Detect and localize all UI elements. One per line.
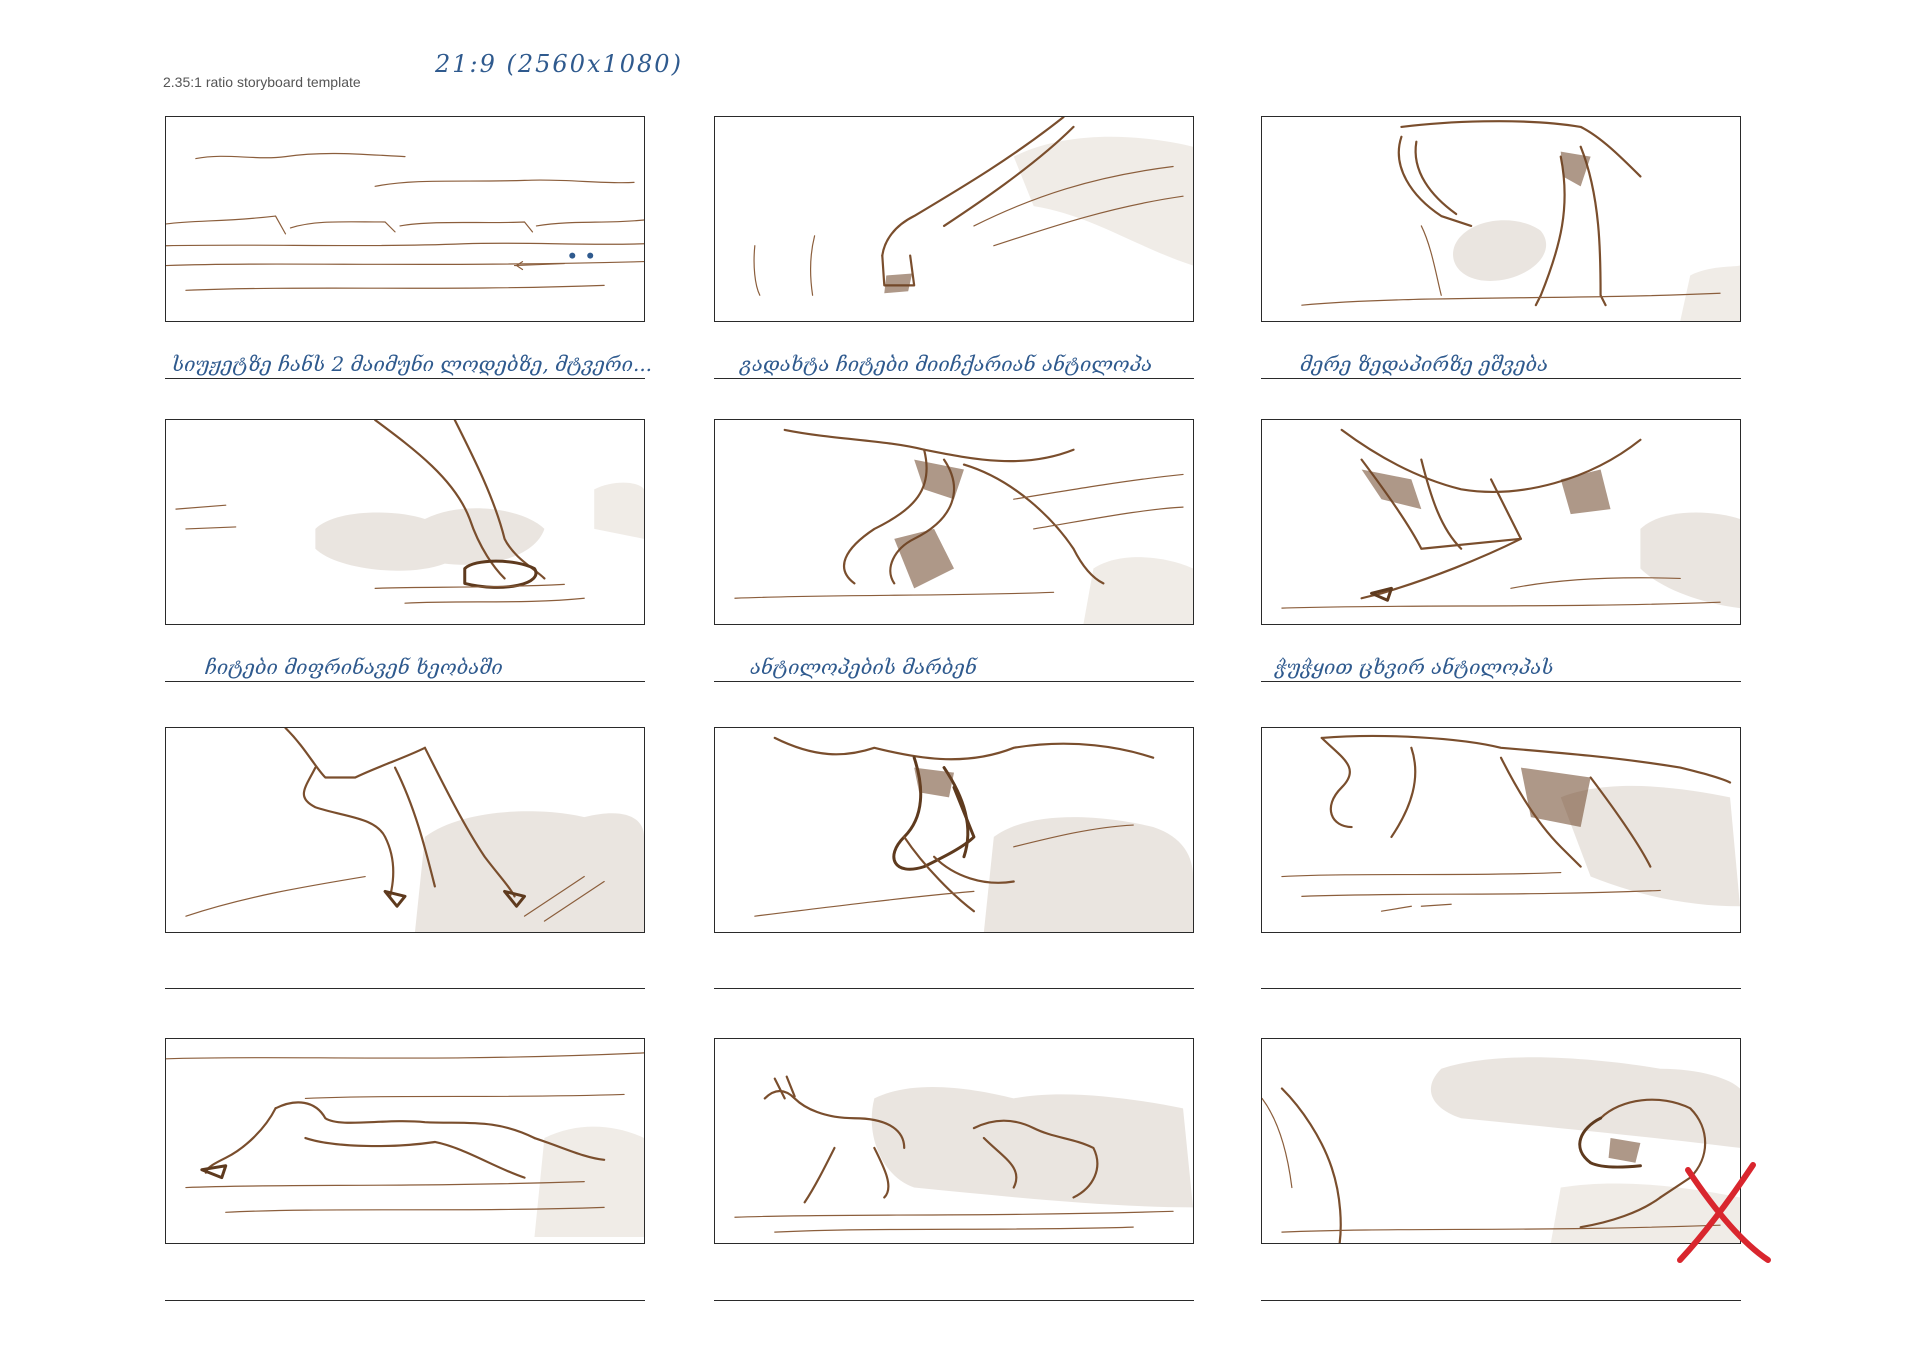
storyboard-panel-2 (714, 116, 1194, 322)
panel-caption-3: მერე ზედაპირზე ეშვება (1300, 352, 1549, 376)
storyboard-panel-9 (1261, 727, 1741, 933)
caption-line-10 (165, 1300, 645, 1301)
storyboard-panel-10 (165, 1038, 645, 1244)
ratio-note: 21:9 (2560x1080) (435, 50, 683, 78)
panel-caption-5: ანტილოპების მარბენ (750, 655, 977, 679)
caption-line-1 (165, 378, 645, 379)
panel-caption-4: ჩიტები მიფრინავენ ხეობაში (205, 655, 503, 679)
caption-line-4 (165, 681, 645, 682)
caption-line-5 (714, 681, 1194, 682)
storyboard-panel-1 (165, 116, 645, 322)
reject-x-mark (1677, 1162, 1771, 1263)
caption-line-7 (165, 988, 645, 989)
panel-caption-2: გადახტა ჩიტები მიიჩქარიან ანტილოპა (740, 352, 1153, 376)
caption-line-8 (714, 988, 1194, 989)
caption-line-9 (1261, 988, 1741, 989)
storyboard-panel-8 (714, 727, 1194, 933)
caption-line-12 (1261, 1300, 1741, 1301)
storyboard-panel-5 (714, 419, 1194, 625)
storyboard-panel-7 (165, 727, 645, 933)
panel-caption-1: სიუჟეტზე ჩანს 2 მაიმუნი ლოდებზე, მტვერი.… (172, 352, 653, 376)
panel-caption-6: ჭუჭყით ცხვირ ანტილოპას (1275, 655, 1554, 679)
storyboard-panel-6 (1261, 419, 1741, 625)
caption-line-3 (1261, 378, 1741, 379)
storyboard-panel-4 (165, 419, 645, 625)
page-heading: 2.35:1 ratio storyboard template (163, 74, 361, 90)
storyboard-panel-3 (1261, 116, 1741, 322)
caption-line-2 (714, 378, 1194, 379)
storyboard-panel-11 (714, 1038, 1194, 1244)
caption-line-11 (714, 1300, 1194, 1301)
caption-line-6 (1261, 681, 1741, 682)
